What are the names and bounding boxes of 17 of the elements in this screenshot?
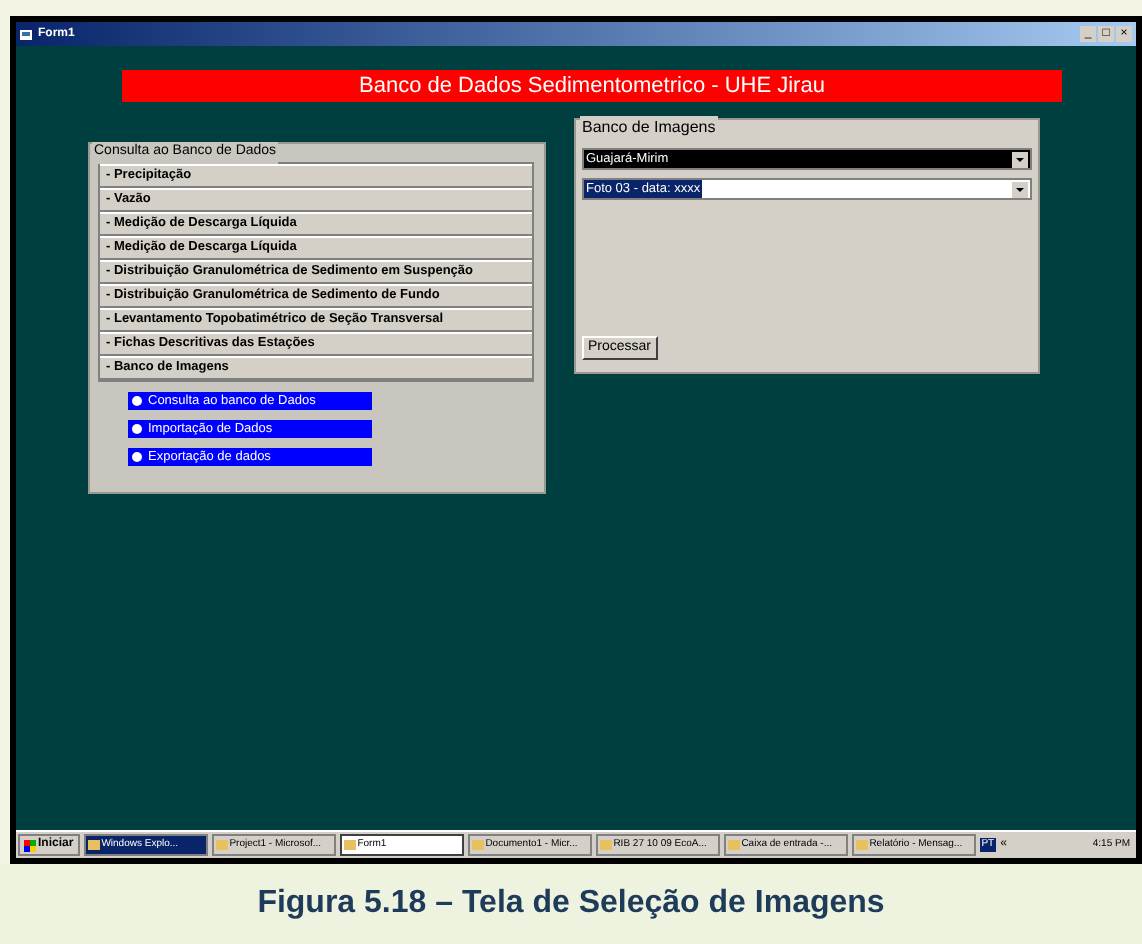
radio-button[interactable] xyxy=(132,396,142,406)
window-icon xyxy=(471,840,484,850)
windows-logo-icon xyxy=(24,839,36,851)
window-icon xyxy=(87,840,100,850)
radio-button[interactable] xyxy=(132,452,142,462)
banner: Banco de Dados Sedimentometrico - UHE Jirau xyxy=(122,70,1062,102)
window-icon xyxy=(343,840,356,850)
radio-button[interactable] xyxy=(132,424,142,434)
window-icon xyxy=(599,840,612,850)
dropdown-arrow-icon[interactable] xyxy=(1012,151,1028,167)
dropdown-arrow-icon[interactable] xyxy=(1012,181,1028,197)
window-icon xyxy=(727,840,740,850)
app-icon xyxy=(20,27,34,41)
window-icon xyxy=(215,840,228,850)
window-icon xyxy=(855,840,868,850)
panel-legend: Banco de Imagens xyxy=(580,116,718,140)
figure-caption: Figura 5.18 – Tela de Seleção de Imagens xyxy=(0,864,1142,944)
